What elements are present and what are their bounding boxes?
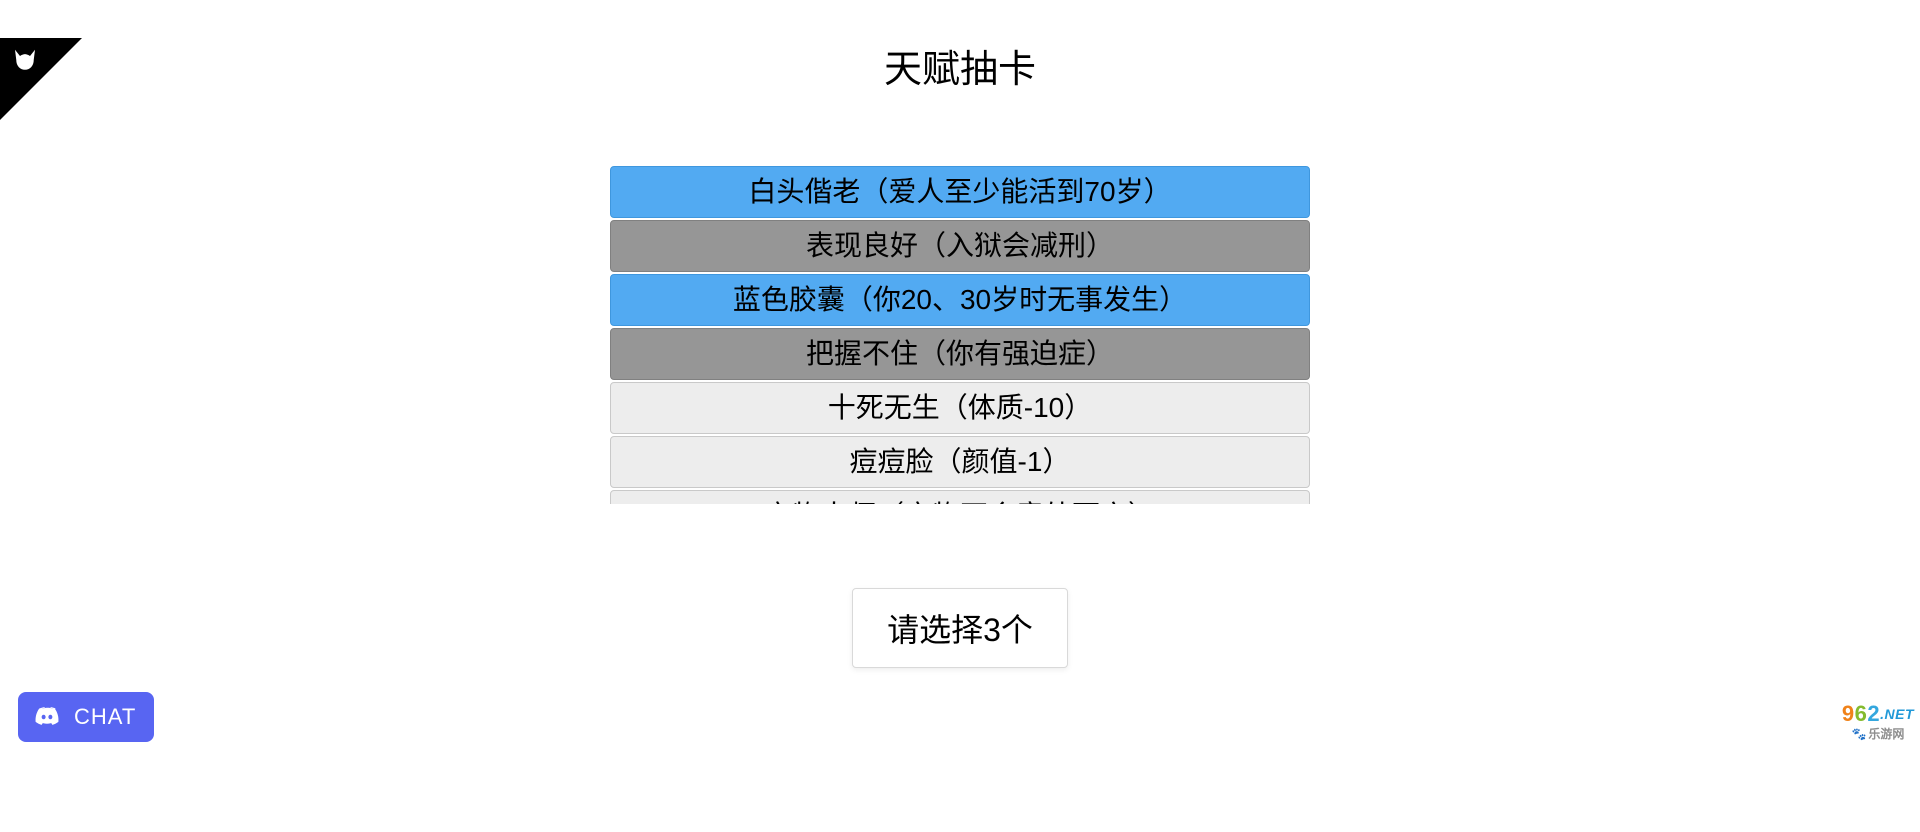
talent-label: 十死无生（体质-10） [828,392,1092,423]
talent-label: 表现良好（入狱会减刑） [806,230,1114,261]
talent-item[interactable]: 宠物大师（宠物不会意外死亡） [610,490,1310,504]
talent-label: 把握不住（你有强迫症） [806,338,1114,369]
talent-label: 痘痘脸（颜值-1） [850,446,1071,477]
page-title: 天赋抽卡 [0,38,1920,93]
talent-label: 宠物大师（宠物不会意外死亡） [764,500,1156,504]
discord-icon [32,702,62,732]
talent-label: 蓝色胶囊（你20、30岁时无事发生） [733,284,1187,315]
talent-item[interactable]: 蓝色胶囊（你20、30岁时无事发生） [610,274,1310,326]
watermark-sub: 🐾乐游网 [1851,725,1904,742]
corner-badge[interactable] [0,38,82,120]
site-watermark: 962.NET 🐾乐游网 [1842,701,1914,742]
talent-item[interactable]: 把握不住（你有强迫症） [610,328,1310,380]
chat-label: CHAT [74,704,136,730]
talent-item[interactable]: 十死无生（体质-10） [610,382,1310,434]
talent-item[interactable]: 痘痘脸（颜值-1） [610,436,1310,488]
talent-item[interactable]: 白头偕老（爱人至少能活到70岁） [610,166,1310,218]
talent-list: 白头偕老（爱人至少能活到70岁） 表现良好（入狱会减刑） 蓝色胶囊（你20、30岁时… [610,166,1310,504]
select-confirm-button[interactable]: 请选择3个 [852,588,1068,668]
talent-label: 白头偕老（爱人至少能活到70岁） [748,176,1171,207]
talent-scroll-area[interactable]: 白头偕老（爱人至少能活到70岁） 表现良好（入狱会减刑） 蓝色胶囊（你20、30岁时… [610,166,1310,504]
chat-widget[interactable]: CHAT [18,692,154,742]
talent-item[interactable]: 表现良好（入狱会减刑） [610,220,1310,272]
cat-icon [10,46,40,76]
watermark-main: 962.NET [1842,701,1914,727]
